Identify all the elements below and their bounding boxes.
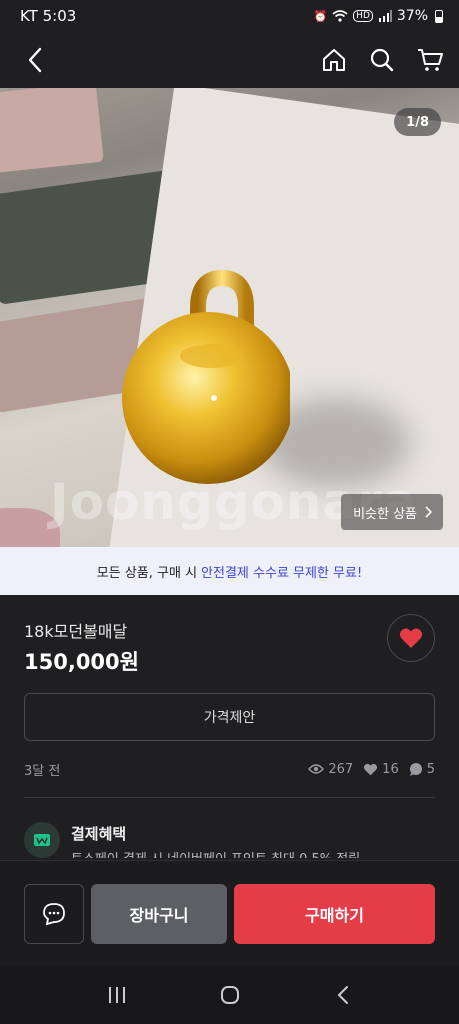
payment-benefit-icon <box>24 822 60 858</box>
cart-nav-button[interactable] <box>415 45 445 75</box>
chevron-left-icon <box>28 47 42 73</box>
payment-benefit-title: 결제혜택 <box>71 825 127 843</box>
home-circle-icon <box>220 986 239 1004</box>
home-button[interactable] <box>319 45 349 75</box>
similar-products-button[interactable]: 비슷한 상품 <box>341 494 443 530</box>
search-icon <box>370 48 394 72</box>
buy-button[interactable]: 구매하기 <box>234 884 435 944</box>
back-arrow-icon <box>337 986 348 1004</box>
product-title: 18k모던볼매달 <box>24 622 128 641</box>
chats-stat: 5 <box>409 762 435 777</box>
status-bar: KT 5:03 ⏰ HD 37% <box>0 0 459 32</box>
chats-count: 5 <box>426 761 435 777</box>
eye-icon <box>308 764 325 774</box>
system-home-button[interactable] <box>215 980 245 1010</box>
posted-time: 3달 전 <box>24 763 61 779</box>
status-icons: ⏰ HD 37% <box>313 8 443 24</box>
top-nav <box>0 32 459 88</box>
battery-icon <box>435 9 443 23</box>
background-book <box>0 88 104 175</box>
likes-stat: 16 <box>363 762 399 777</box>
safe-payment-banner[interactable]: 모든 상품, 구매 시 안전결제 수수료 무제한 무료! <box>0 547 459 595</box>
heart-outline-icon <box>364 763 378 775</box>
home-icon <box>323 49 345 71</box>
banner-highlight: 안전결제 수수료 무제한 무료! <box>201 565 363 581</box>
image-page-counter: 1/8 <box>394 108 441 136</box>
system-nav-bar <box>0 966 459 1024</box>
system-back-button[interactable] <box>328 980 358 1010</box>
search-button[interactable] <box>367 45 397 75</box>
chat-icon <box>43 903 65 926</box>
price-offer-button[interactable]: 가격제안 <box>24 693 435 741</box>
chat-bubble-icon <box>409 763 422 776</box>
chat-button[interactable] <box>24 884 84 944</box>
recent-apps-icon <box>108 987 125 1003</box>
recent-apps-button[interactable] <box>102 980 132 1010</box>
bottom-action-bar: 장바구니 구매하기 <box>0 860 459 966</box>
hd-icon: HD <box>353 10 373 22</box>
views-count: 267 <box>328 761 354 777</box>
section-divider <box>24 797 435 798</box>
chevron-right-icon <box>425 506 433 518</box>
wifi-icon <box>332 10 348 22</box>
like-button[interactable] <box>387 614 435 662</box>
battery-percent: 37% <box>396 8 428 24</box>
signal-icon <box>378 10 392 22</box>
heart-icon <box>399 628 423 648</box>
banner-text: 모든 상품, 구매 시 <box>96 565 198 581</box>
product-price: 150,000원 <box>24 650 139 674</box>
similar-products-label: 비슷한 상품 <box>353 506 417 522</box>
payment-benefit-subtitle: 토스페이 결제 시 네이버페이 포인트 최대 0.5% 적립 <box>71 848 360 858</box>
likes-count: 16 <box>382 761 399 777</box>
views-stat: 267 <box>308 762 353 777</box>
meta-row: 3달 전 267 16 5 <box>24 758 435 780</box>
gold-ball-pendant <box>122 269 290 484</box>
add-to-cart-button[interactable]: 장바구니 <box>91 884 227 944</box>
wallet-icon <box>34 834 50 846</box>
alarm-icon: ⏰ <box>313 9 328 23</box>
cart-icon <box>418 49 443 71</box>
status-carrier-time: KT 5:03 <box>20 7 77 25</box>
product-image[interactable]: Joonggonara 1/8 비슷한 상품 <box>0 88 459 547</box>
back-button[interactable] <box>20 45 50 75</box>
